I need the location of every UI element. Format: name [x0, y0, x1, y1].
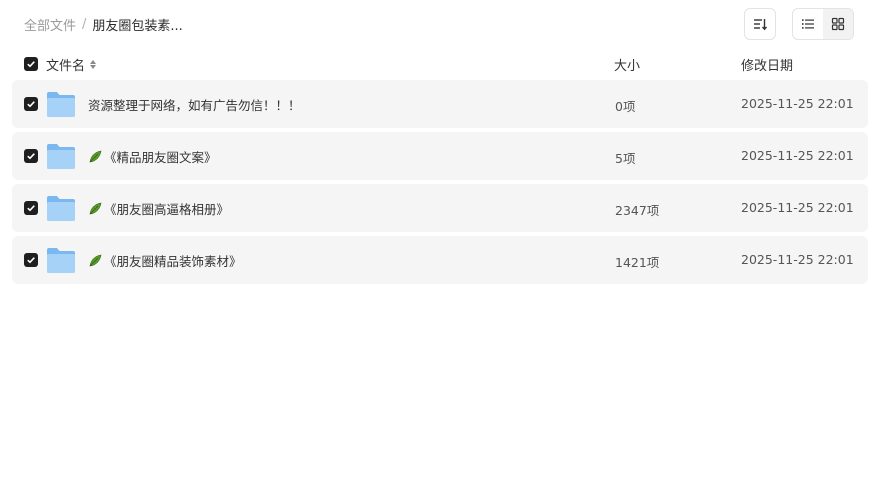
file-size: 2347项: [615, 203, 660, 218]
file-row[interactable]: 《精品朋友圈文案》 5项 2025-11-25 22:01: [12, 132, 868, 180]
row-checkbox[interactable]: [24, 97, 38, 111]
column-header-name[interactable]: 文件名: [46, 55, 97, 74]
file-name-label: 资源整理于网络，如有广告勿信！！！: [88, 98, 301, 113]
grid-view-button[interactable]: [823, 9, 853, 39]
check-icon: [26, 255, 36, 265]
view-toggle: [792, 8, 854, 40]
file-name[interactable]: 《精品朋友圈文案》: [88, 147, 217, 166]
file-row[interactable]: 《朋友圈高逼格相册》 2347项 2025-11-25 22:01: [12, 184, 868, 232]
folder-icon: [46, 90, 76, 118]
file-name-label: 《精品朋友圈文案》: [104, 150, 217, 165]
file-name[interactable]: 资源整理于网络，如有广告勿信！！！: [88, 95, 301, 114]
file-name[interactable]: 《朋友圈精品装饰素材》: [88, 251, 242, 270]
file-date: 2025-11-25 22:01: [741, 200, 854, 215]
breadcrumb-current-folder: 朋友圈包装素...: [92, 18, 183, 34]
file-name-label: 《朋友圈高逼格相册》: [104, 202, 230, 217]
folder-icon: [46, 142, 76, 170]
grid-view-icon: [831, 17, 845, 31]
breadcrumb: 全部文件 / 朋友圈包装素...: [24, 14, 183, 34]
row-checkbox[interactable]: [24, 149, 38, 163]
file-name-label: 《朋友圈精品装饰素材》: [104, 254, 242, 269]
column-header-name-label: 文件名: [46, 59, 86, 74]
folder-icon: [46, 246, 76, 274]
check-icon: [26, 151, 36, 161]
file-size: 0项: [615, 99, 636, 114]
file-list: 资源整理于网络，如有广告勿信！！！ 0项 2025-11-25 22:01 《精…: [12, 80, 868, 288]
sort-arrows-icon: [90, 60, 97, 69]
list-view-button[interactable]: [793, 9, 823, 39]
row-checkbox[interactable]: [24, 253, 38, 267]
sort-icon: [754, 19, 768, 31]
row-checkbox[interactable]: [24, 201, 38, 215]
check-icon: [26, 203, 36, 213]
check-icon: [26, 99, 36, 109]
file-row[interactable]: 资源整理于网络，如有广告勿信！！！ 0项 2025-11-25 22:01: [12, 80, 868, 128]
file-row[interactable]: 《朋友圈精品装饰素材》 1421项 2025-11-25 22:01: [12, 236, 868, 284]
file-date: 2025-11-25 22:01: [741, 96, 854, 111]
sort-button[interactable]: [744, 8, 776, 40]
check-icon: [27, 61, 35, 68]
select-all-checkbox[interactable]: [24, 57, 38, 71]
column-header-size[interactable]: 大小: [614, 55, 640, 74]
file-size: 1421项: [615, 255, 660, 270]
file-date: 2025-11-25 22:01: [741, 252, 854, 267]
breadcrumb-root-link[interactable]: 全部文件: [24, 15, 76, 34]
list-view-icon: [802, 19, 814, 29]
folder-icon: [46, 194, 76, 222]
file-size: 5项: [615, 151, 636, 166]
file-name[interactable]: 《朋友圈高逼格相册》: [88, 199, 229, 218]
column-header-date[interactable]: 修改日期: [741, 55, 793, 74]
leaf-icon: [88, 202, 102, 216]
file-list-header: 文件名 大小 修改日期: [12, 52, 868, 76]
breadcrumb-separator: /: [82, 16, 87, 32]
leaf-icon: [88, 150, 102, 164]
leaf-icon: [88, 254, 102, 268]
file-date: 2025-11-25 22:01: [741, 148, 854, 163]
